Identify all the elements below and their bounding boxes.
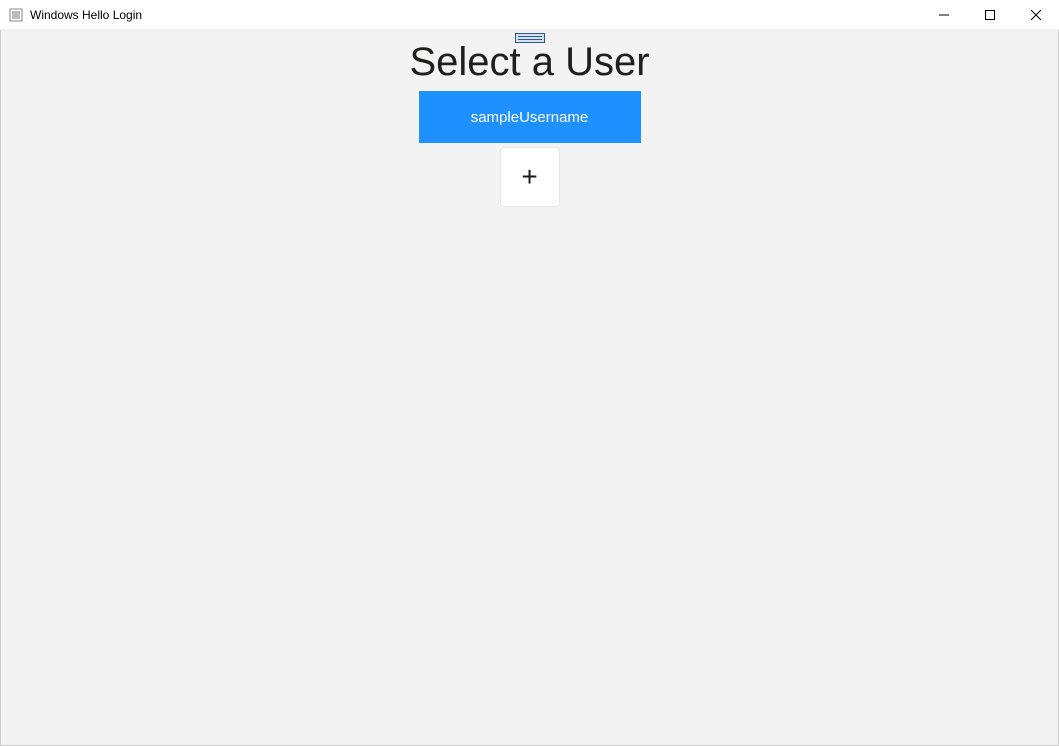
- client-area: Select a User sampleUsername +: [0, 30, 1059, 746]
- app-icon: [8, 7, 24, 23]
- minimize-button[interactable]: [921, 0, 967, 29]
- page-title: Select a User: [409, 40, 649, 85]
- user-tile-button[interactable]: sampleUsername: [419, 91, 641, 143]
- maximize-button[interactable]: [967, 0, 1013, 29]
- window-controls: [921, 0, 1059, 29]
- add-user-button[interactable]: +: [500, 147, 560, 207]
- titlebar: Windows Hello Login: [0, 0, 1059, 30]
- keyboard-icon[interactable]: [515, 33, 545, 43]
- close-button[interactable]: [1013, 0, 1059, 29]
- plus-icon: +: [521, 163, 537, 191]
- window-title: Windows Hello Login: [30, 8, 921, 22]
